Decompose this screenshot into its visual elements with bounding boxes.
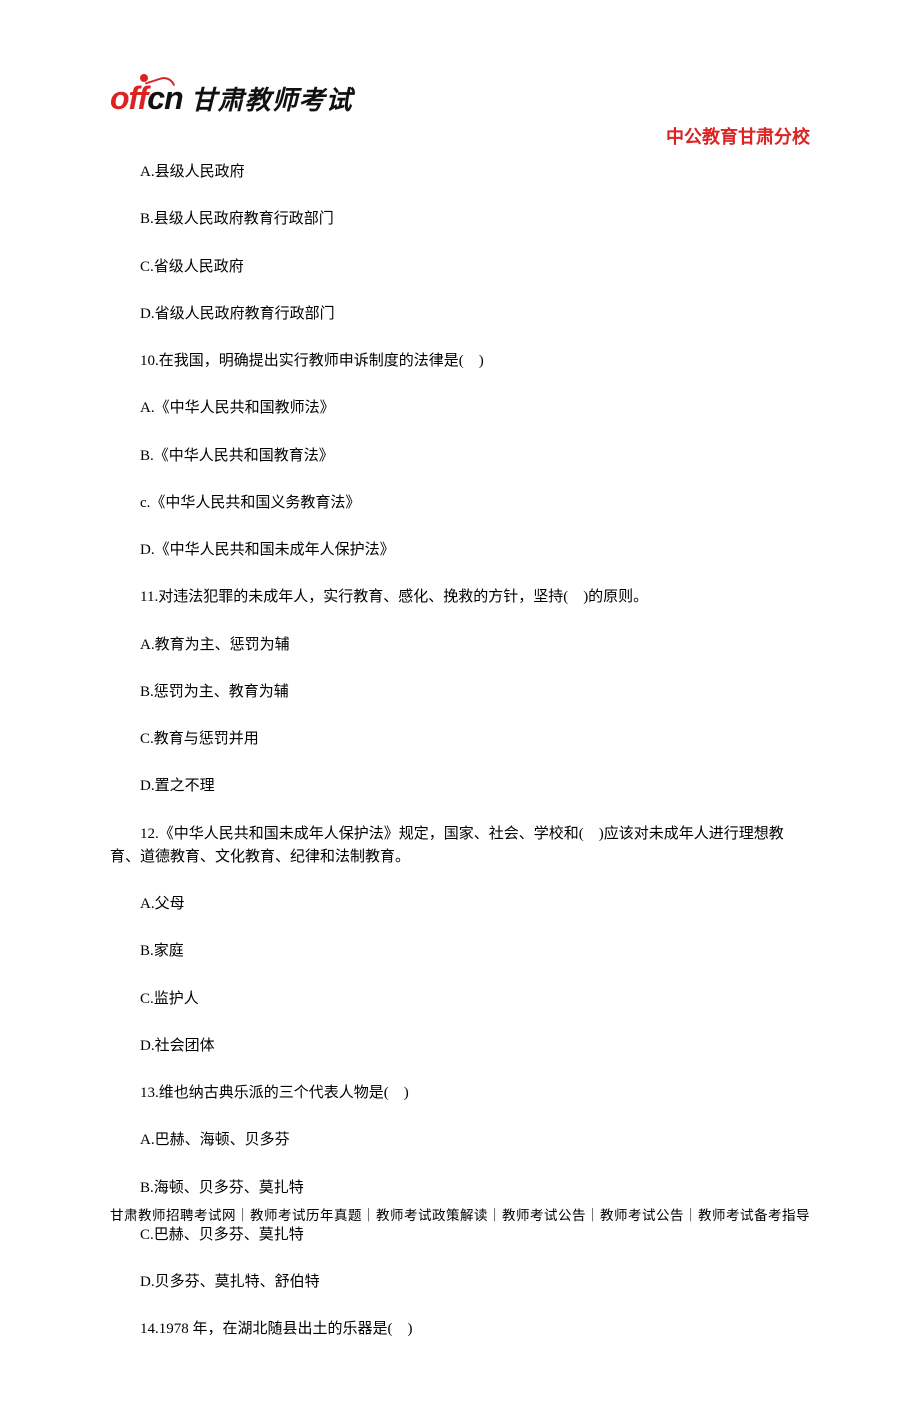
logo-area: offcn 甘肃教师考试 [110, 80, 810, 117]
question-text: 14.1978 年，在湖北随县出土的乐器是( ) [110, 1318, 810, 1341]
option-text: B.家庭 [110, 940, 810, 963]
page-footer: 甘肃教师招聘考试网｜教师考试历年真题｜教师考试政策解读｜教师考试公告｜教师考试公… [0, 1204, 920, 1224]
option-text: A.教育为主、惩罚为辅 [110, 634, 810, 657]
option-text: B.县级人民政府教育行政部门 [110, 208, 810, 231]
option-text: D.社会团体 [110, 1035, 810, 1058]
option-text: C.监护人 [110, 988, 810, 1011]
option-text: D.省级人民政府教育行政部门 [110, 303, 810, 326]
brand-logo: offcn [110, 80, 183, 117]
option-text: A.巴赫、海顿、贝多芬 [110, 1129, 810, 1152]
option-text: c.《中华人民共和国义务教育法》 [110, 492, 810, 515]
option-text: A.县级人民政府 [110, 161, 810, 184]
document-body: A.县级人民政府 B.县级人民政府教育行政部门 C.省级人民政府 D.省级人民政… [110, 161, 810, 1342]
question-text: 12.《中华人民共和国未成年人保护法》规定，国家、社会、学校和( )应该对未成年… [110, 823, 810, 870]
header-subtitle: 中公教育甘肃分校 [110, 123, 810, 149]
option-text: B.《中华人民共和国教育法》 [110, 445, 810, 468]
question-text: 13.维也纳古典乐派的三个代表人物是( ) [110, 1082, 810, 1105]
option-text: D.《中华人民共和国未成年人保护法》 [110, 539, 810, 562]
question-text: 10.在我国，明确提出实行教师申诉制度的法律是( ) [110, 350, 810, 373]
brand-cn-text: 甘肃教师考试 [191, 80, 353, 117]
page-content: offcn 甘肃教师考试 中公教育甘肃分校 A.县级人民政府 B.县级人民政府教… [0, 0, 920, 1406]
option-text: C.省级人民政府 [110, 256, 810, 279]
option-text: C.教育与惩罚并用 [110, 728, 810, 751]
option-text: D.置之不理 [110, 775, 810, 798]
option-text: B.惩罚为主、教育为辅 [110, 681, 810, 704]
option-text: C.巴赫、贝多芬、莫扎特 [110, 1224, 810, 1247]
option-text: A.父母 [110, 893, 810, 916]
option-text: D.贝多芬、莫扎特、舒伯特 [110, 1271, 810, 1294]
brand-red-text: off [110, 80, 147, 116]
question-text: 11.对违法犯罪的未成年人，实行教育、感化、挽救的方针，坚持( )的原则。 [110, 586, 810, 609]
option-text: B.海顿、贝多芬、莫扎特 [110, 1177, 810, 1200]
option-text: A.《中华人民共和国教师法》 [110, 397, 810, 420]
